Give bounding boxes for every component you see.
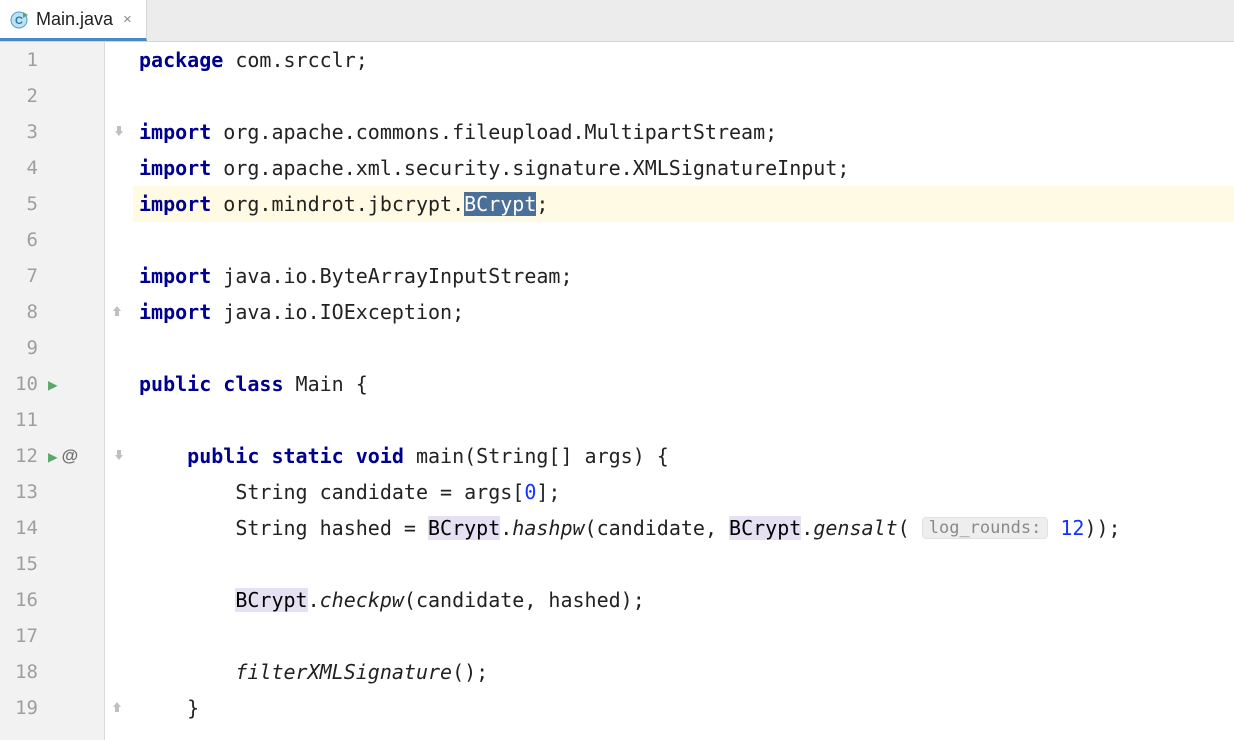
identifier-usage: BCrypt xyxy=(428,516,500,540)
line-number: 9 xyxy=(0,337,44,359)
line-number: 15 xyxy=(0,553,44,575)
code-line xyxy=(133,618,1234,654)
code-line: } xyxy=(133,690,1234,726)
editor: 1 2 3 4 5 6 7 8 9 10 ▶ 11 12 ▶ @ 13 14 1… xyxy=(0,42,1234,740)
code-area[interactable]: package com.srcclr; import org.apache.co… xyxy=(133,42,1234,740)
identifier-usage: BCrypt xyxy=(729,516,801,540)
line-number: 19 xyxy=(0,697,44,719)
fold-column[interactable] xyxy=(105,42,133,740)
code-line: package com.srcclr; xyxy=(133,42,1234,78)
code-line: filterXMLSignature(); xyxy=(133,654,1234,690)
code-line xyxy=(133,330,1234,366)
code-line xyxy=(133,222,1234,258)
code-line: BCrypt.checkpw(candidate, hashed); xyxy=(133,582,1234,618)
fold-expand-icon[interactable] xyxy=(111,448,125,462)
line-number: 17 xyxy=(0,625,44,647)
line-number: 14 xyxy=(0,517,44,539)
editor-tab[interactable]: C Main.java × xyxy=(0,0,147,41)
svg-text:C: C xyxy=(15,15,23,27)
tab-filename: Main.java xyxy=(36,9,113,30)
fold-expand-icon[interactable] xyxy=(111,124,125,138)
line-number: 6 xyxy=(0,229,44,251)
code-line: String hashed = BCrypt.hashpw(candidate,… xyxy=(133,510,1234,546)
code-line xyxy=(133,78,1234,114)
line-number: 3 xyxy=(0,121,44,143)
code-line: public static void main(String[] args) { xyxy=(133,438,1234,474)
line-number: 5 xyxy=(0,193,44,215)
code-line xyxy=(133,402,1234,438)
line-number: 8 xyxy=(0,301,44,323)
line-number: 2 xyxy=(0,85,44,107)
code-line: import org.apache.commons.fileupload.Mul… xyxy=(133,114,1234,150)
java-class-icon: C xyxy=(10,10,28,28)
code-line: import java.io.ByteArrayInputStream; xyxy=(133,258,1234,294)
fold-collapse-icon[interactable] xyxy=(111,304,125,318)
code-line: String candidate = args[0]; xyxy=(133,474,1234,510)
line-number: 16 xyxy=(0,589,44,611)
tab-bar: C Main.java × xyxy=(0,0,1234,42)
line-number: 12 xyxy=(0,445,44,467)
code-line: public class Main { xyxy=(133,366,1234,402)
run-class-icon[interactable]: ▶ xyxy=(48,375,58,394)
line-number: 1 xyxy=(0,49,44,71)
fold-collapse-icon[interactable] xyxy=(111,700,125,714)
code-line: import org.apache.xml.security.signature… xyxy=(133,150,1234,186)
override-icon[interactable]: @ xyxy=(62,446,79,466)
line-number: 18 xyxy=(0,661,44,683)
code-line xyxy=(133,546,1234,582)
line-number: 7 xyxy=(0,265,44,287)
line-number: 4 xyxy=(0,157,44,179)
line-number: 11 xyxy=(0,409,44,431)
identifier-usage: BCrypt xyxy=(235,588,307,612)
run-method-icon[interactable]: ▶ xyxy=(48,447,58,466)
code-line: import java.io.IOException; xyxy=(133,294,1234,330)
code-line-current: import org.mindrot.jbcrypt.BCrypt; xyxy=(133,186,1234,222)
close-icon[interactable]: × xyxy=(121,11,134,28)
line-number: 10 xyxy=(0,373,44,395)
gutter[interactable]: 1 2 3 4 5 6 7 8 9 10 ▶ 11 12 ▶ @ 13 14 1… xyxy=(0,42,105,740)
line-number: 13 xyxy=(0,481,44,503)
parameter-hint: log_rounds: xyxy=(922,517,1049,539)
selection: BCrypt xyxy=(464,192,536,216)
